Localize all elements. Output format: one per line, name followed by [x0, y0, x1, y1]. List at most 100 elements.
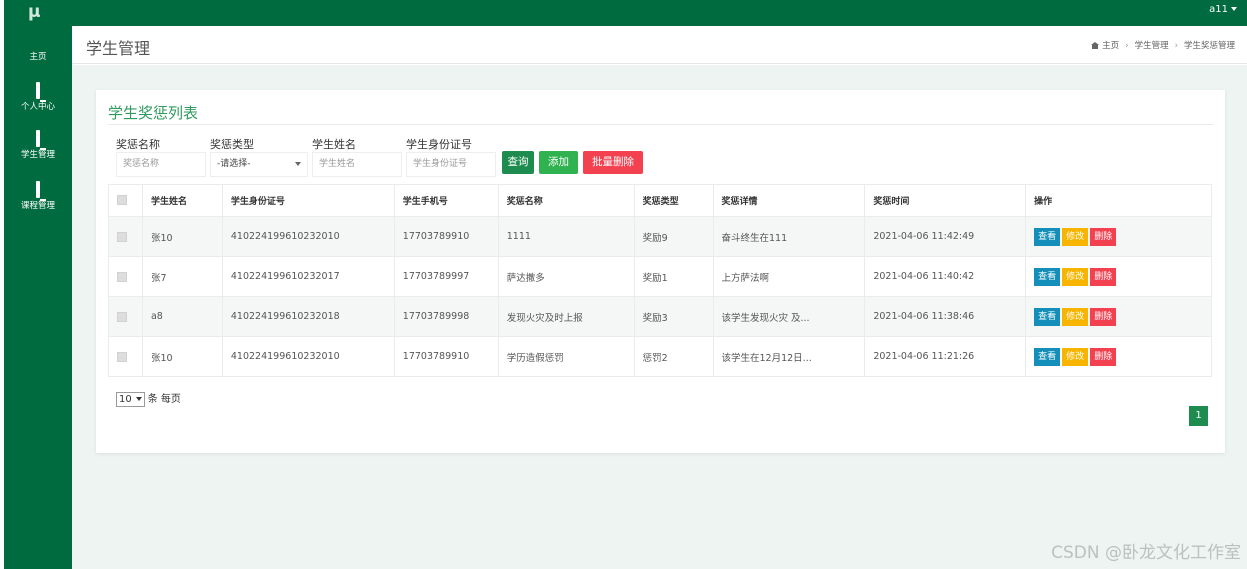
- table-row: 张7 410224199610232017 17703789997 萨达撒多 奖…: [108, 256, 1212, 297]
- breadcrumb-home[interactable]: 主页: [1102, 41, 1119, 51]
- cell-actions: 查看 修改 删除: [1025, 336, 1212, 377]
- sidebar-item-label: 个人中心: [20, 102, 55, 112]
- cell-name: 张10: [141, 336, 223, 377]
- cell-time: 2021-04-06 11:42:49: [864, 216, 1027, 257]
- select-all-checkbox[interactable]: [117, 195, 127, 206]
- cell-id: 410224199610232010: [221, 336, 395, 377]
- cell-phone: 17703789997: [393, 256, 499, 297]
- row-select-cell: [108, 216, 143, 257]
- sidebar-item-label: 主页: [29, 52, 47, 62]
- breadcrumb-separator: ›: [1125, 41, 1129, 51]
- edit-button[interactable]: 修改: [1062, 307, 1089, 326]
- cell-type: 奖励1: [633, 256, 714, 297]
- sidebar-item-label: 课程管理: [20, 201, 55, 211]
- cell-detail: 该学生在12月12日...: [712, 336, 866, 377]
- view-button[interactable]: 查看: [1034, 307, 1061, 326]
- cell-name: 张10: [141, 216, 223, 257]
- edit-button[interactable]: 修改: [1062, 267, 1089, 286]
- cell-actions: 查看 修改 删除: [1025, 256, 1212, 297]
- chevron-down-icon: [295, 162, 301, 166]
- row-checkbox[interactable]: [117, 271, 127, 282]
- table-row: 张10 410224199610232010 17703789910 1111 …: [108, 216, 1212, 257]
- award-type-select[interactable]: -请选择-: [210, 152, 308, 177]
- edit-button[interactable]: 修改: [1062, 347, 1089, 366]
- column-header: 奖惩名称: [497, 184, 635, 217]
- cell-name: a8: [141, 296, 223, 337]
- cell-detail: 上方萨法啊: [712, 256, 866, 297]
- cell-phone: 17703789910: [393, 216, 499, 257]
- page-title: 学生管理: [86, 39, 151, 58]
- monitor-icon: [31, 181, 45, 198]
- card-title: 学生奖惩列表: [108, 104, 199, 122]
- top-navbar: a11: [72, 0, 1247, 26]
- delete-button[interactable]: 删除: [1090, 307, 1117, 326]
- table-row: a8 410224199610232018 17703789998 发现火灾及时…: [108, 296, 1212, 337]
- monitor-icon: [31, 130, 45, 147]
- cell-award: 萨达撒多: [497, 256, 635, 297]
- row-checkbox[interactable]: [117, 231, 127, 242]
- home-icon: [1091, 42, 1100, 49]
- data-table: 学生姓名 学生身份证号 学生手机号 奖惩名称 奖惩类型 奖惩详情 奖惩时间 操作…: [108, 184, 1212, 377]
- row-select-cell: [108, 296, 143, 337]
- cell-award: 发现火灾及时上报: [497, 296, 635, 337]
- add-button[interactable]: 添加: [539, 151, 578, 174]
- id-card-label: 学生身份证号: [406, 138, 472, 151]
- row-select-cell: [108, 256, 143, 297]
- delete-button[interactable]: 删除: [1090, 227, 1117, 246]
- breadcrumb: 主页 › 学生管理 › 学生奖惩管理: [1091, 39, 1235, 51]
- username: a11: [1209, 4, 1228, 15]
- page-size-suffix: 条 每页: [147, 394, 181, 405]
- award-name-label: 奖惩名称: [116, 138, 160, 151]
- sidebar-item-home[interactable]: 主页: [4, 34, 72, 74]
- sidebar-item-courses[interactable]: 课程管理: [4, 181, 72, 223]
- sidebar: μ 主页 个人中心 学生管理 课程管理: [4, 0, 72, 569]
- column-header: 奖惩时间: [864, 184, 1027, 217]
- page-button-current[interactable]: 1: [1189, 406, 1208, 426]
- student-name-label: 学生姓名: [312, 138, 356, 151]
- row-checkbox[interactable]: [117, 351, 127, 362]
- query-button[interactable]: 查询: [502, 151, 534, 174]
- user-menu[interactable]: a11: [1209, 4, 1237, 15]
- view-button[interactable]: 查看: [1034, 347, 1061, 366]
- delete-button[interactable]: 删除: [1090, 267, 1117, 286]
- student-name-input[interactable]: 学生姓名: [312, 152, 402, 177]
- watermark: CSDN @卧龙文化工作室: [1051, 543, 1241, 563]
- page-size-select[interactable]: 10: [116, 392, 145, 407]
- column-header: 学生手机号: [393, 184, 499, 217]
- breadcrumb-separator: ›: [1174, 41, 1178, 51]
- award-name-input[interactable]: 奖惩名称: [116, 152, 206, 177]
- sidebar-item-profile[interactable]: 个人中心: [4, 82, 72, 124]
- cell-id: 410224199610232018: [221, 296, 395, 337]
- cell-id: 410224199610232010: [221, 216, 395, 257]
- select-all-cell: [108, 184, 143, 217]
- divider: [108, 124, 1213, 125]
- cell-type: 奖励3: [633, 296, 714, 337]
- column-header: 操作: [1025, 184, 1212, 217]
- monitor-icon: [31, 82, 45, 99]
- edit-button[interactable]: 修改: [1062, 227, 1089, 246]
- view-button[interactable]: 查看: [1034, 267, 1061, 286]
- caret-down-icon: [1231, 7, 1237, 11]
- column-header: 奖惩详情: [712, 184, 866, 217]
- sidebar-item-students[interactable]: 学生管理: [4, 130, 72, 172]
- cell-type: 奖励9: [633, 216, 714, 257]
- app-logo[interactable]: μ: [4, 0, 72, 26]
- cell-time: 2021-04-06 11:38:46: [864, 296, 1027, 337]
- view-button[interactable]: 查看: [1034, 227, 1061, 246]
- page-size-control: 10 条 每页: [116, 390, 181, 407]
- table-row: 张10 410224199610232010 17703789910 学历造假惩…: [108, 336, 1212, 377]
- cell-name: 张7: [141, 256, 223, 297]
- cell-actions: 查看 修改 删除: [1025, 296, 1212, 337]
- dashboard-icon: [31, 34, 45, 47]
- delete-button[interactable]: 删除: [1090, 347, 1117, 366]
- cell-detail: 该学生发现火灾 及...: [712, 296, 866, 337]
- cell-id: 410224199610232017: [221, 256, 395, 297]
- breadcrumb-students[interactable]: 学生管理: [1135, 41, 1169, 51]
- cell-award: 1111: [497, 216, 635, 257]
- id-card-input[interactable]: 学生身份证号: [406, 152, 496, 177]
- row-checkbox[interactable]: [117, 311, 127, 322]
- cell-time: 2021-04-06 11:21:26: [864, 336, 1027, 377]
- table-header-row: 学生姓名 学生身份证号 学生手机号 奖惩名称 奖惩类型 奖惩详情 奖惩时间 操作: [108, 184, 1212, 217]
- award-type-label: 奖惩类型: [210, 138, 254, 151]
- batch-delete-button[interactable]: 批量删除: [583, 151, 643, 174]
